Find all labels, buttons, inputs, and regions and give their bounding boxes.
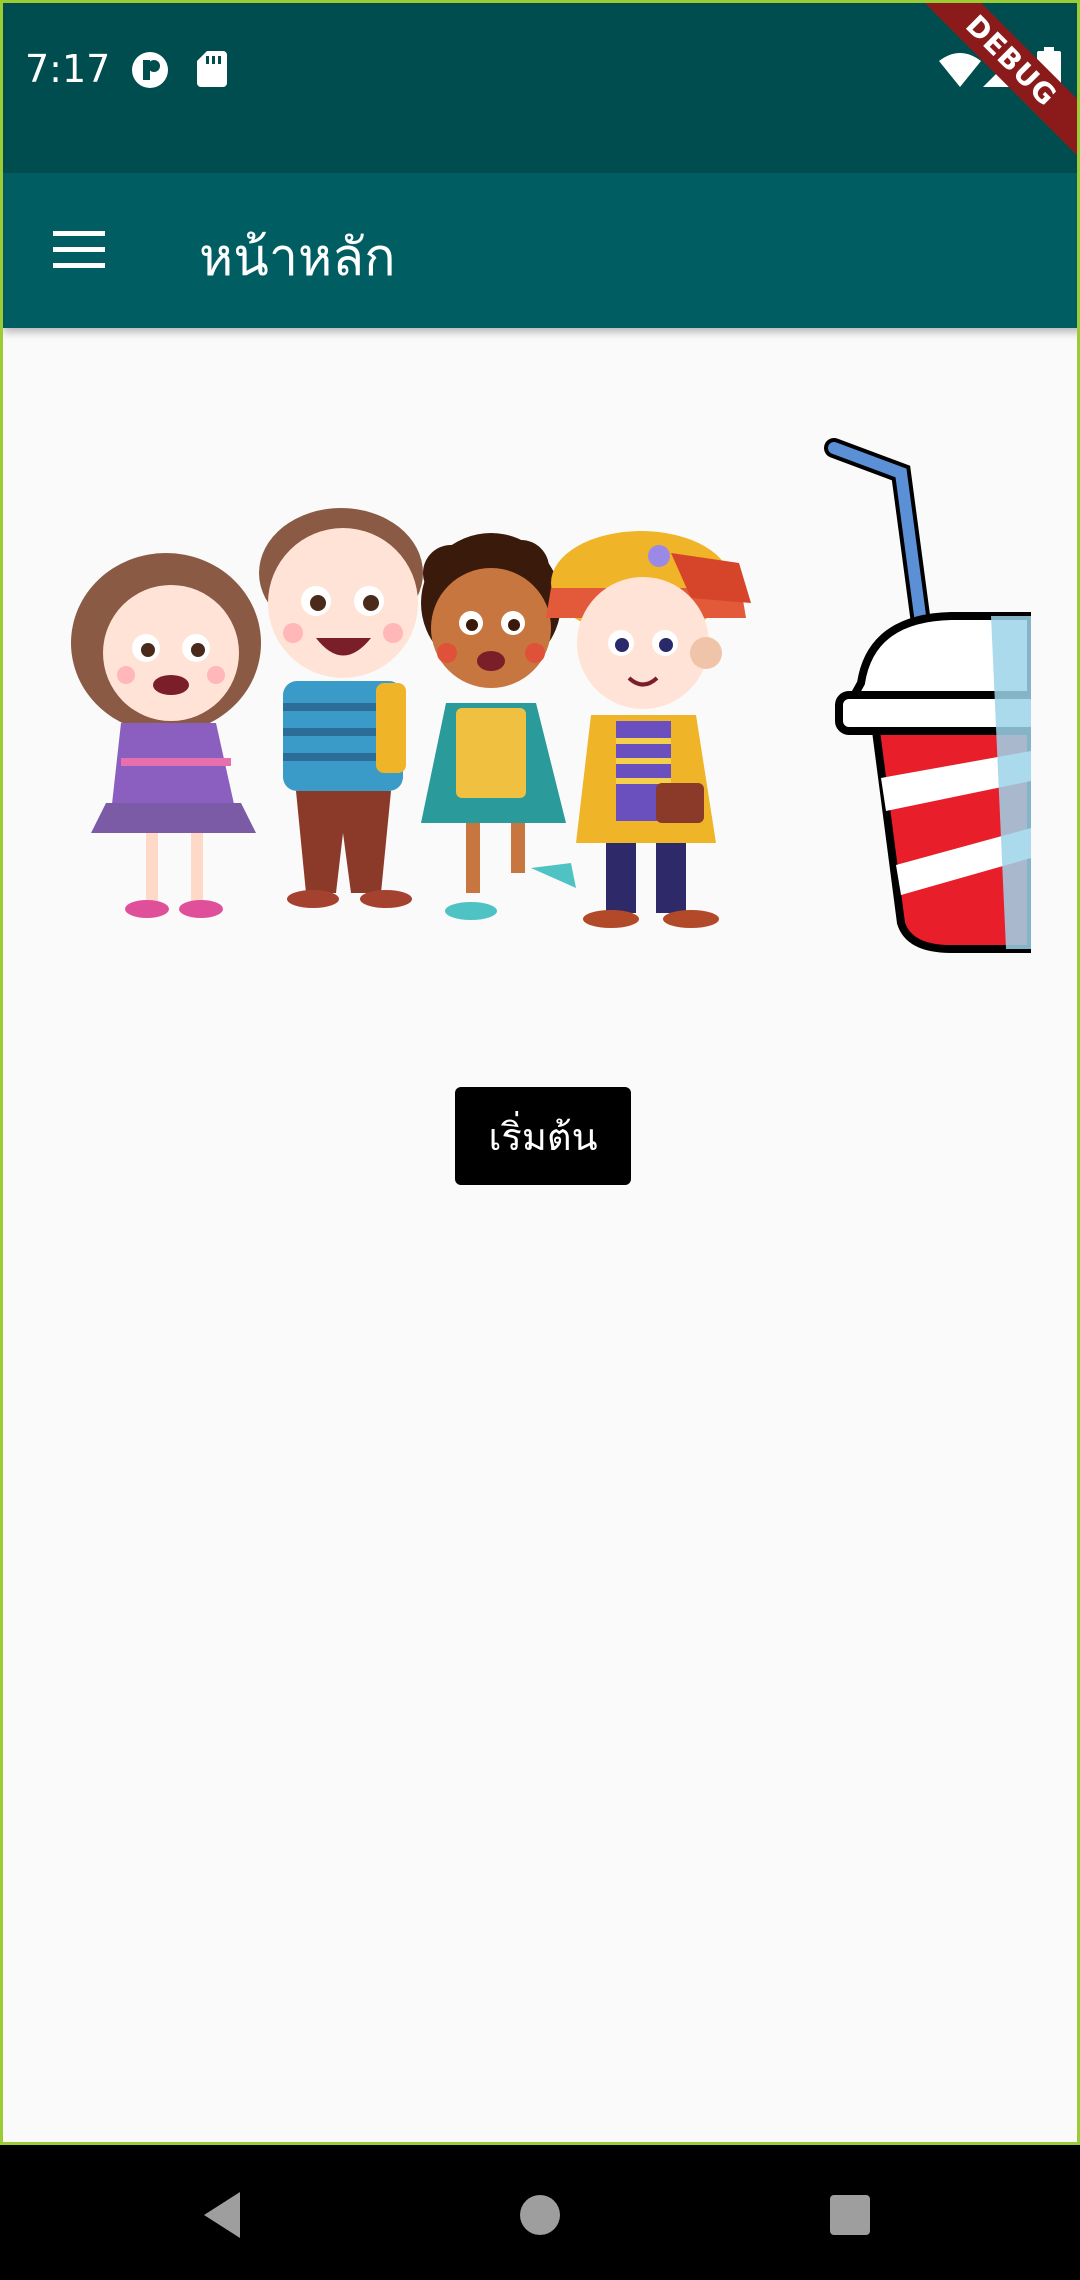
recents-icon[interactable] [815, 2180, 885, 2250]
page-title: หน้าหลัก [199, 228, 396, 288]
back-icon[interactable] [190, 2180, 260, 2250]
hamburger-menu-icon[interactable] [53, 231, 107, 271]
sd-card-icon [197, 51, 227, 87]
home-icon[interactable] [505, 2180, 575, 2250]
soda-cup-illustration [824, 438, 1031, 953]
app-bar: หน้าหลัก [3, 173, 1077, 328]
app-screen: 7:17 DEBUG หน้าหลัก เริ่มต้น [0, 0, 1080, 2145]
kids-group-illustration [71, 508, 751, 928]
status-time: 7:17 [25, 47, 111, 91]
wifi-icon [939, 53, 981, 87]
start-button[interactable]: เริ่มต้น [455, 1087, 631, 1185]
navigation-bar [0, 2145, 1080, 2280]
hero-illustration [71, 438, 1031, 953]
status-bar: 7:17 DEBUG [3, 3, 1077, 173]
app-notification-icon [132, 52, 168, 88]
